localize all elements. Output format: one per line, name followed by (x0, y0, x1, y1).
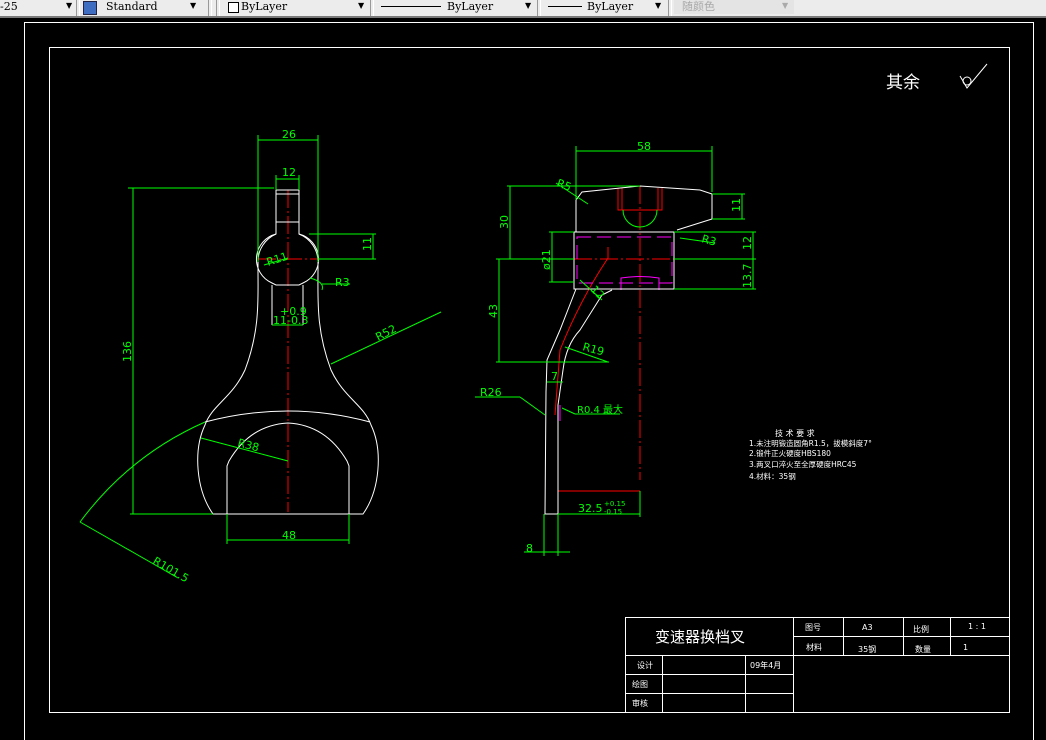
dim-11: 11 (361, 237, 374, 251)
surface-finish-symbol-icon (959, 63, 988, 89)
dim-13-7: 13.7 (741, 264, 754, 289)
dim-tol-lower: 11-0.3 (273, 314, 308, 327)
dim-32-5: 32.5 (578, 502, 603, 515)
dim-32-5-tol-lower: -0.15 (604, 508, 622, 516)
dim-r3-side: R3 (700, 232, 718, 248)
dim-30: 30 (498, 215, 511, 229)
dim-r19: R19 (581, 340, 605, 358)
dim-r3: R3 (335, 276, 350, 289)
design-label: 设计 (637, 660, 653, 670)
lineweight-select[interactable]: ByLayer (587, 0, 633, 14)
tech-requirements: 技 术 要 求 1.未注明锻造圆角R1.5，拔模斜度7° 2.锻件正火硬度HBS… (749, 428, 872, 481)
design-date: 09年4月 (750, 660, 781, 670)
qty-value: 1 (963, 643, 968, 652)
plotstyle-value: 随颜色 (682, 0, 715, 13)
tech-requirement-item: 4.材料：35钢 (749, 471, 796, 481)
textstyle-select[interactable]: Standard (106, 0, 158, 14)
material-label: 材料 (806, 642, 822, 652)
dim-r11: R11 (265, 250, 290, 269)
drawing-canvas[interactable]: 其余 26 12 136 11 R11 R3 +0.9 11-0.3 R52 R… (0, 18, 1046, 740)
tech-requirement-item: 1.未注明锻造圆角R1.5，拔模斜度7° (749, 438, 872, 448)
linetype-select[interactable]: ByLayer (447, 0, 493, 14)
linetype-sample (381, 6, 441, 7)
dim-32-5-tol-upper: +0.15 (604, 500, 625, 508)
separator (208, 0, 212, 16)
dim-d21: ø21 (540, 249, 553, 270)
dim-r0-4: R0.4 最大 (577, 403, 623, 416)
side-outline (544, 185, 713, 515)
plotstyle-select[interactable]: 随颜色 ▼ (674, 0, 794, 14)
lineweight-dropdown-icon[interactable]: ▼ (655, 1, 661, 10)
dim-8: 8 (526, 542, 533, 555)
separator (216, 0, 220, 16)
plotstyle-dropdown-icon: ▼ (782, 1, 789, 10)
dim-43: 43 (487, 304, 500, 318)
dim-r101-5: R101.5 (151, 554, 191, 585)
tech-requirement-item: 2.锻件正火硬度HBS180 (749, 448, 831, 458)
tech-requirements-title: 技 术 要 求 (775, 428, 815, 438)
tech-requirement-item: 3.两叉口淬火至全厚硬度HRC45 (749, 459, 857, 469)
front-view: 26 12 136 11 R11 R3 +0.9 11-0.3 R52 R38 … (79, 128, 442, 585)
review-label: 审核 (632, 698, 648, 708)
front-dimension-lines (79, 135, 442, 579)
drawing-no: A3 (862, 623, 873, 632)
dim-12-side: 12 (741, 236, 754, 250)
drawing-frame (24, 22, 1034, 740)
roughness-note: 其余 (886, 73, 920, 93)
dim-11-side: 11 (730, 198, 743, 212)
textstyle-dropdown-icon[interactable]: ▼ (190, 1, 196, 10)
linetype-dropdown-icon[interactable]: ▼ (525, 1, 531, 10)
separator (537, 0, 541, 16)
color-dropdown-icon[interactable]: ▼ (358, 1, 364, 10)
side-view: 58 R5 30 11 R3 12 ø21 13.7 43 12 R19 7 R… (475, 140, 756, 556)
separator (668, 0, 672, 16)
properties-toolbar: -25 ▼ Standard ▼ ByLayer ▼ ByLayer ▼ ByL… (0, 0, 1046, 18)
part-name: 变速器换档叉 (655, 628, 745, 646)
draw-label: 绘图 (632, 679, 648, 689)
separator (370, 0, 374, 16)
material-value: 35钢 (858, 644, 876, 654)
color-select[interactable]: ByLayer (241, 0, 287, 14)
dimstyle-select[interactable]: -25 (0, 0, 18, 14)
dim-r52: R52 (373, 322, 398, 343)
dim-136: 136 (121, 341, 134, 362)
side-dimension-lines (475, 146, 756, 556)
dim-48: 48 (282, 529, 296, 542)
dim-58: 58 (637, 140, 651, 153)
dim-26: 26 (282, 128, 296, 141)
scale-label: 比例 (913, 624, 929, 634)
lineweight-sample (548, 6, 582, 7)
dim-r38: R38 (236, 436, 260, 454)
title-block: 变速器换档叉 图号 A3 比例 1 : 1 材料 35钢 数量 1 设计 09年… (625, 617, 1010, 713)
scale-value: 1 : 1 (968, 622, 986, 631)
dim-r5: R5 (555, 177, 573, 194)
dimstyle-dropdown-icon[interactable]: ▼ (66, 1, 72, 10)
color-swatch-icon (228, 2, 239, 13)
drawing-no-label: 图号 (805, 623, 821, 632)
text-style-icon[interactable] (83, 1, 97, 15)
dim-r26: R26 (480, 386, 502, 399)
side-hidden-lines (559, 236, 673, 421)
dim-7: 7 (551, 370, 558, 383)
separator (76, 0, 80, 16)
dim-12: 12 (282, 166, 296, 179)
qty-label: 数量 (915, 644, 931, 654)
